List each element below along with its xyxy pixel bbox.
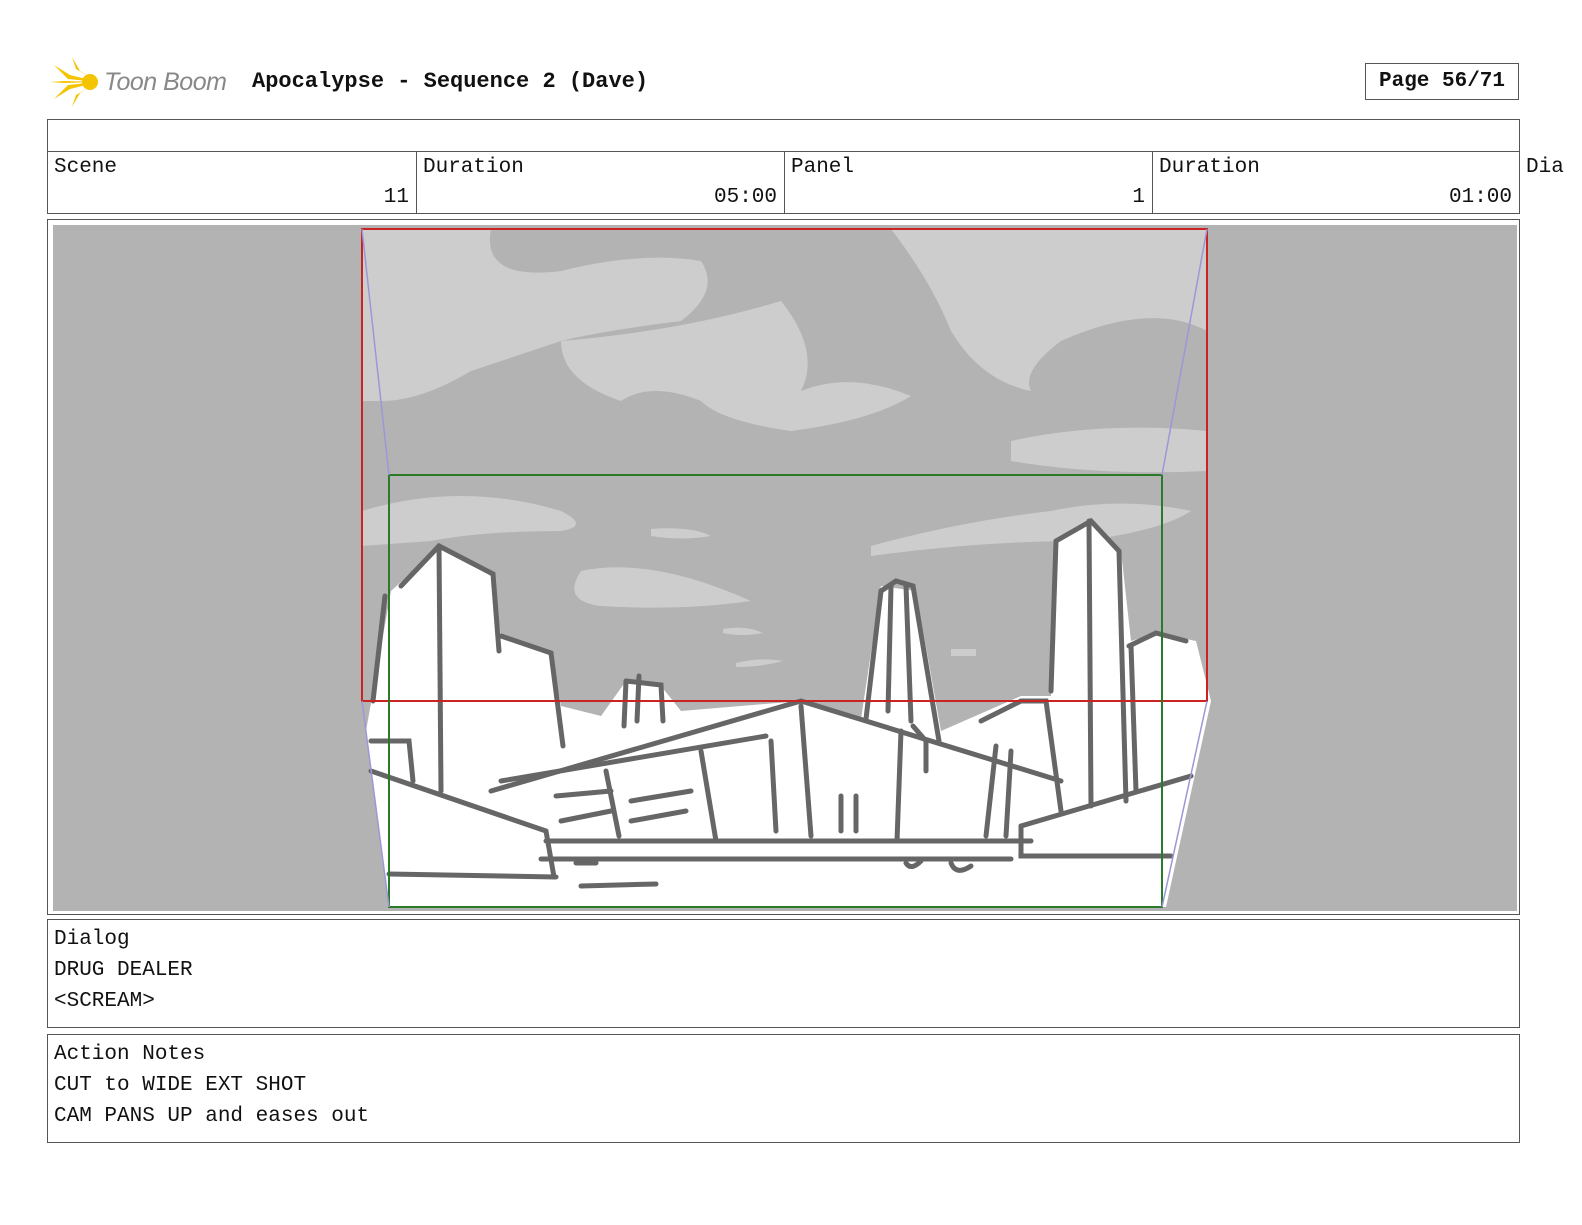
panel-value: 1 [1132,186,1145,209]
dialog-line: DRUG DEALER [54,959,193,982]
page-title: Apocalypse - Sequence 2 (Dave) [252,69,649,94]
panel-duration-label: Duration [1159,156,1260,179]
panel-duration-cell: Duration 01:00 [1152,151,1519,214]
scene-duration-cell: Duration 05:00 [416,151,784,214]
toon-boom-logo: Toon Boom [50,56,240,108]
action-notes-box: Action Notes CUT to WIDE EXT SHOT CAM PA… [47,1034,1520,1143]
action-note-line: CUT to WIDE EXT SHOT [54,1074,307,1097]
action-notes-label: Action Notes [54,1043,206,1066]
panel-cell: Panel 1 [784,151,1152,214]
action-note-line: CAM PANS UP and eases out [54,1105,370,1128]
scene-duration-label: Duration [423,156,524,179]
scene-cell: Scene 11 [48,151,416,214]
info-header-row [48,120,1519,152]
dialog-label: Dialog [54,928,130,951]
starburst-icon [50,57,98,107]
dialog-column-overflow: Dia [1526,156,1564,179]
scene-value: 11 [383,186,409,209]
page-number: Page 56/71 [1365,63,1519,100]
panel-label: Panel [791,156,855,179]
storyboard-panel [47,219,1520,915]
panel-duration-value: 01:00 [1448,186,1512,209]
scene-duration-value: 05:00 [713,186,777,209]
scene-label: Scene [54,156,118,179]
dialog-box: Dialog DRUG DEALER <SCREAM> [47,919,1520,1028]
logo-text: Toon Boom [104,67,227,96]
dialog-line: <SCREAM> [54,990,155,1013]
panel-info-table: Scene 11 Duration 05:00 Panel 1 Duration… [47,119,1520,214]
panel-drawing [53,225,1517,911]
